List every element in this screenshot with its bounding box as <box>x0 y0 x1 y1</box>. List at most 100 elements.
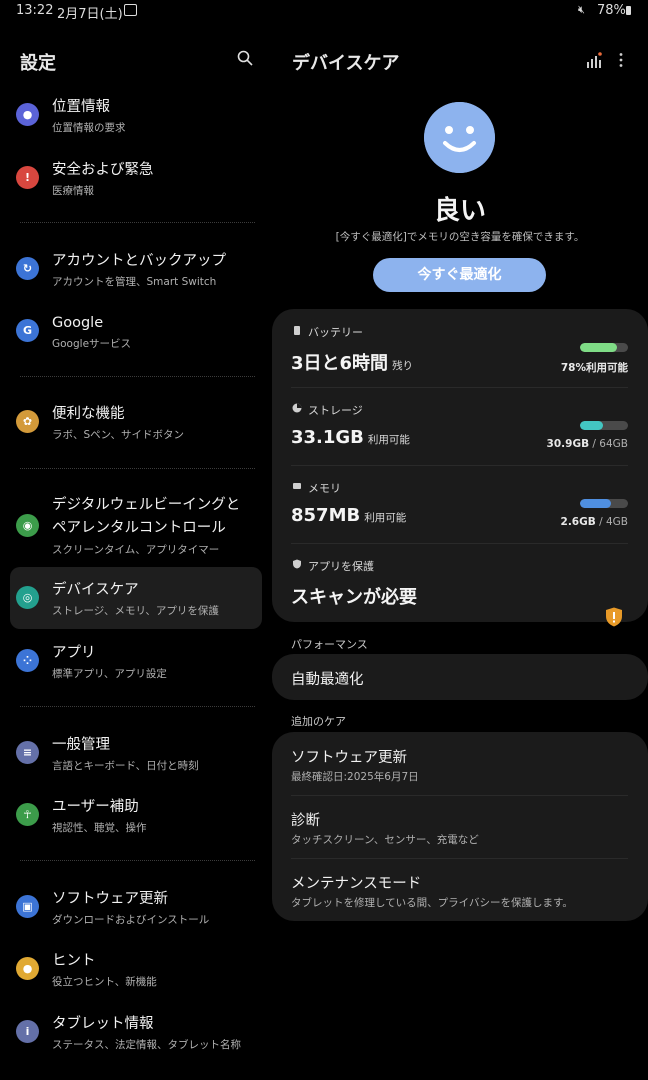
settings-item-sub: 視認性、聴覚、操作 <box>52 822 147 834</box>
battery-row[interactable]: バッテリー 3日と6時間 残り 78%利用可能 <box>272 309 648 387</box>
settings-item-accounts[interactable]: ↻ アカウントとバックアップ アカウントを管理、Smart Switch <box>10 246 262 292</box>
status-card: バッテリー 3日と6時間 残り 78%利用可能 ストレージ 33.1GB 利用可能 … <box>272 309 648 627</box>
settings-item-title: 安全および緊急 <box>52 162 154 178</box>
memory-label: メモリ <box>308 482 341 495</box>
item-sub: タッチスクリーン、センサー、充電など <box>291 834 479 846</box>
advanced-features-icon: ✿ <box>16 410 39 433</box>
memory-value: 857MB 利用可能 <box>291 505 407 526</box>
settings-item-title: タブレット情報 <box>52 1016 154 1032</box>
item-sub: 最終確認日:2025年6月7日 <box>291 771 419 783</box>
settings-item-title: ヒント <box>52 953 96 969</box>
settings-pane: 設定 ● 位置情報 位置情報の要求 ! 安全および緊急 医療情報 ↻ アカウント… <box>0 22 270 1080</box>
divider <box>20 860 255 861</box>
settings-item-location[interactable]: ● 位置情報 位置情報の要求 <box>10 92 262 138</box>
settings-item-sub: Googleサービス <box>52 338 132 350</box>
google-icon: G <box>16 319 39 342</box>
settings-item-title: デバイスケア <box>52 582 139 598</box>
divider <box>20 468 255 469</box>
memory-row[interactable]: メモリ 857MB 利用可能 2.6GB / 4GB <box>272 465 648 543</box>
item-title: メンテナンスモード <box>291 876 422 892</box>
status-description: [今すぐ最適化]でメモリの空き容量を確保できます。 <box>335 231 585 243</box>
additional-care-header: 追加のケア <box>291 715 346 728</box>
software-update-icon: ▣ <box>16 895 39 918</box>
optimize-now-button[interactable]: 今すぐ最適化 <box>373 258 546 292</box>
auto-optimize-card[interactable]: 自動最適化 <box>272 654 648 700</box>
storage-usage: 30.9GB / 64GB <box>546 438 628 450</box>
accessibility-icon: ☥ <box>16 803 39 826</box>
wellbeing-icon: ◉ <box>16 514 39 537</box>
settings-item-title: ソフトウェア更新 <box>52 891 168 907</box>
settings-item-title: 位置情報 <box>52 99 110 115</box>
memory-bar-fill <box>580 499 612 508</box>
device-status: 良い <box>433 196 486 226</box>
settings-item-tips[interactable]: ● ヒント 役立つヒント、新機能 <box>10 946 262 992</box>
settings-item-advanced[interactable]: ✿ 便利な機能 ラボ、Sペン、サイドボタン <box>10 399 262 445</box>
status-date: 2月7日(土) <box>57 7 123 22</box>
stats-icon[interactable] <box>586 52 602 68</box>
storage-row[interactable]: ストレージ 33.1GB 利用可能 30.9GB / 64GB <box>272 387 648 465</box>
general-management-icon: ≡ <box>16 741 39 764</box>
memory-icon <box>293 483 301 489</box>
settings-item-title: ユーザー補助 <box>52 799 139 815</box>
battery-icon <box>626 6 631 15</box>
status-time: 13:22 <box>16 3 54 18</box>
settings-item-general[interactable]: ≡ 一般管理 言語とキーボード、日付と時刻 <box>10 730 262 776</box>
settings-item-device-care[interactable]: ◎ デバイスケア ストレージ、メモリ、アプリを保護 <box>10 567 262 629</box>
diagnostics-row[interactable]: 診断 タッチスクリーン、センサー、充電など <box>272 795 648 858</box>
battery-level: 78% <box>597 3 626 18</box>
settings-title: 設定 <box>20 53 56 74</box>
memory-bar <box>580 499 628 508</box>
battery-value: 3日と6時間 残り <box>291 353 414 374</box>
smile-status-icon <box>424 102 495 173</box>
device-care-pane: デバイスケア 良い [今すぐ最適化]でメモリの空き容量を確保できます。 今すぐ最… <box>272 22 648 1080</box>
more-options-icon[interactable] <box>617 52 625 68</box>
divider <box>20 222 255 223</box>
status-bar: 13:22 2月7日(土) 🔇︎ 78% <box>0 0 648 22</box>
settings-item-sub: スクリーンタイム、アプリタイマー <box>52 544 220 556</box>
tips-icon: ● <box>16 957 39 980</box>
apps-icon: ⁘ <box>16 649 39 672</box>
settings-item-google[interactable]: G Google Googleサービス <box>10 308 262 354</box>
settings-item-sub: 位置情報の要求 <box>52 122 126 134</box>
app-protection-value: スキャンが必要 <box>291 587 417 608</box>
item-sub: タブレットを修理している間、プライバシーを保護します。 <box>291 897 573 909</box>
settings-item-apps[interactable]: ⁘ アプリ 標準アプリ、アプリ設定 <box>10 638 262 684</box>
settings-item-sub: ラボ、Sペン、サイドボタン <box>52 429 185 441</box>
location-icon: ● <box>16 103 39 126</box>
emergency-icon: ! <box>16 166 39 189</box>
settings-item-sub: ダウンロードおよびインストール <box>52 914 210 926</box>
shield-small-icon <box>293 559 301 569</box>
settings-item-sub: 言語とキーボード、日付と時刻 <box>52 760 199 772</box>
additional-care-card: ソフトウェア更新 最終確認日:2025年6月7日 診断 タッチスクリーン、センサ… <box>272 732 648 921</box>
device-care-icon: ◎ <box>16 586 39 609</box>
maintenance-mode-row[interactable]: メンテナンスモード タブレットを修理している間、プライバシーを保護します。 <box>272 858 648 921</box>
storage-bar-fill <box>580 421 604 430</box>
settings-item-wellbeing[interactable]: ◉ デジタルウェルビーイングと ペアレンタルコントロール スクリーンタイム、アプ… <box>10 492 262 560</box>
info-icon: i <box>16 1020 39 1043</box>
app-protection-row[interactable]: アプリを保護 スキャンが必要 <box>272 543 648 622</box>
gallery-notification-icon <box>124 4 137 16</box>
software-update-row[interactable]: ソフトウェア更新 最終確認日:2025年6月7日 <box>272 732 648 795</box>
mute-icon: 🔇︎ <box>578 3 585 16</box>
battery-icon <box>294 326 300 335</box>
settings-item-about[interactable]: i タブレット情報 ステータス、法定情報、タブレット名称 <box>10 1009 262 1055</box>
sync-icon: ↻ <box>16 257 39 280</box>
battery-available: 78%利用可能 <box>560 362 628 374</box>
battery-label: バッテリー <box>308 326 363 339</box>
settings-item-title: アプリ <box>52 645 96 661</box>
settings-item-title: デジタルウェルビーイングと <box>52 497 241 513</box>
settings-item-sub: 医療情報 <box>52 185 94 197</box>
memory-usage: 2.6GB / 4GB <box>560 516 628 528</box>
item-title: 診断 <box>291 813 320 829</box>
storage-label: ストレージ <box>308 404 363 417</box>
search-icon[interactable] <box>237 50 253 66</box>
divider <box>20 376 255 377</box>
settings-item-safety[interactable]: ! 安全および緊急 医療情報 <box>10 155 262 201</box>
settings-item-accessibility[interactable]: ☥ ユーザー補助 視認性、聴覚、操作 <box>10 792 262 838</box>
auto-optimize-label: 自動最適化 <box>291 672 364 688</box>
settings-item-sub: アカウントを管理、Smart Switch <box>52 276 217 288</box>
storage-icon <box>292 403 302 413</box>
settings-item-software-update[interactable]: ▣ ソフトウェア更新 ダウンロードおよびインストール <box>10 884 262 930</box>
settings-item-sub: 標準アプリ、アプリ設定 <box>52 668 167 680</box>
settings-item-title: 便利な機能 <box>52 406 125 422</box>
